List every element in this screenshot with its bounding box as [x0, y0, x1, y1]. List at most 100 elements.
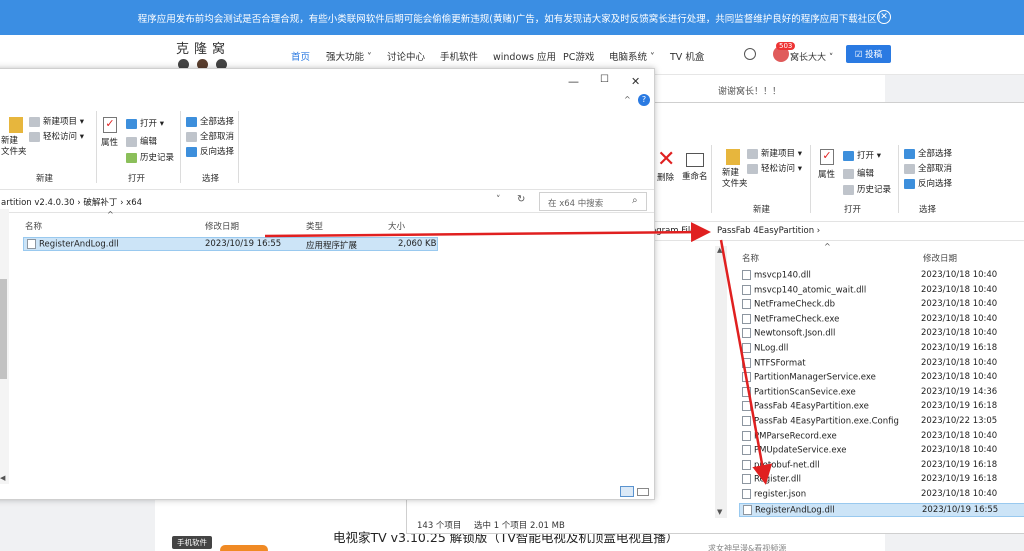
file-row-registerandlog[interactable]: RegisterAndLog.dll 2023/10/19 16:55 应用程序…	[23, 237, 438, 251]
address-bar[interactable]: artition v2.4.0.30 › 破解补丁 › x64 ˅ ↻ 在 x6…	[0, 189, 654, 213]
minimize-button[interactable]: —	[568, 75, 579, 88]
edit-button[interactable]: 编辑	[126, 135, 157, 147]
select-all-icon	[186, 116, 197, 127]
close-button[interactable]: ✕	[631, 75, 640, 88]
nav-home[interactable]: 首页	[291, 49, 310, 63]
file-icon	[742, 357, 751, 368]
file-row[interactable]: PMParseRecord.exe 2023/10/18 10:40	[739, 430, 1024, 444]
file-icon	[742, 430, 751, 441]
file-row[interactable]: Register.dll 2023/10/19 16:18	[739, 473, 1024, 487]
column-type[interactable]: 类型	[306, 220, 323, 232]
ribbon-group-new: 新建	[753, 205, 771, 215]
help-icon[interactable]: ?	[638, 94, 650, 106]
file-row[interactable]: register.json 2023/10/18 10:40	[739, 488, 1024, 502]
sidebar-link[interactable]: 求女神早漫&看视频源	[708, 543, 786, 551]
user-menu[interactable]: 窝长大大 ˅	[790, 50, 833, 63]
search-input[interactable]: 在 x64 中搜索	[548, 197, 603, 209]
file-row[interactable]: NetFrameCheck.exe 2023/10/18 10:40	[739, 313, 1024, 327]
nav-pc-games[interactable]: PC游戏	[563, 49, 594, 63]
nav-systems[interactable]: 电脑系统 ˅	[609, 49, 655, 63]
breadcrumb[interactable]: artition v2.4.0.30 › 破解补丁 › x64	[1, 196, 142, 208]
file-date: 2023/10/18 10:40	[921, 313, 998, 324]
file-row[interactable]: PMUpdateService.exe 2023/10/18 10:40	[739, 444, 1024, 458]
category-tag[interactable]: 手机软件	[172, 536, 212, 549]
ribbon-collapse-icon[interactable]: ^	[624, 95, 631, 104]
large-icon-view-button[interactable]	[637, 488, 649, 496]
column-name[interactable]: 名称	[25, 220, 42, 232]
open-button[interactable]: 打开 ▾	[843, 149, 881, 161]
banner-close-button[interactable]: ✕	[877, 10, 891, 24]
select-none-button[interactable]: 全部取消	[904, 162, 952, 174]
easy-access-button[interactable]: 轻松访问 ▾	[747, 162, 802, 174]
folder-icon	[9, 117, 23, 133]
history-label: 历史记录	[140, 153, 175, 163]
search-box[interactable]: 在 x64 中搜索 ⌕	[539, 192, 647, 211]
file-type: 应用程序扩展	[306, 241, 358, 251]
refresh-icon[interactable]: ↻	[517, 194, 525, 205]
new-item-label: 新建项目 ▾	[43, 117, 84, 127]
nav-pane-scroll-thumb[interactable]	[0, 279, 7, 379]
breadcrumb[interactable]: PassFab 4EasyPartition ›	[717, 226, 820, 236]
search-icon[interactable]: ⌕	[632, 195, 638, 206]
nav-features[interactable]: 强大功能 ˅	[326, 49, 372, 63]
select-none-button[interactable]: 全部取消	[186, 130, 234, 142]
nav-windows[interactable]: windows 应用	[493, 49, 556, 63]
address-dropdown-icon[interactable]: ˅	[496, 195, 501, 205]
properties-button[interactable]: ✓ 属性	[101, 117, 118, 148]
file-row[interactable]: PassFab 4EasyPartition.exe.Config 2023/10…	[739, 415, 1024, 429]
new-item-button[interactable]: 新建项目 ▾	[29, 115, 84, 127]
file-row[interactable]: Newtonsoft.Json.dll 2023/10/18 10:40	[739, 327, 1024, 341]
file-date: 2023/10/18 10:40	[921, 328, 998, 339]
site-logo[interactable]: 克隆窝	[176, 38, 236, 72]
column-size[interactable]: 大小	[388, 220, 405, 232]
file-row[interactable]: NTFSFormat 2023/10/18 10:40	[739, 357, 1024, 371]
file-icon	[742, 459, 751, 470]
select-all-button[interactable]: 全部选择	[904, 147, 952, 159]
invert-select-button[interactable]: 反向选择	[904, 177, 952, 189]
invert-select-button[interactable]: 反向选择	[186, 145, 234, 157]
scroll-up-icon[interactable]: ▲	[717, 246, 722, 254]
search-icon[interactable]	[744, 48, 756, 60]
file-row[interactable]: NLog.dll 2023/10/19 16:18	[739, 342, 1024, 356]
history-button[interactable]: 历史记录	[843, 183, 891, 195]
history-button[interactable]: 历史记录	[126, 151, 174, 163]
file-row[interactable]: msvcp140.dll 2023/10/18 10:40	[739, 269, 1024, 283]
breadcrumb-program-files[interactable]: ogram Files	[651, 226, 700, 236]
nav-mobile[interactable]: 手机软件	[440, 49, 478, 63]
file-row[interactable]: NetFrameCheck.db 2023/10/18 10:40	[739, 298, 1024, 312]
edit-button[interactable]: 编辑	[843, 167, 874, 179]
column-date[interactable]: 修改日期	[923, 252, 957, 264]
sort-arrow-icon: ^	[107, 210, 114, 219]
new-folder-label: 新建 文件夹	[722, 168, 748, 189]
delete-button[interactable]: ✕ 删除	[657, 147, 676, 184]
rename-button[interactable]: 重命名	[682, 149, 708, 182]
file-name: PassFab 4EasyPartition.exe.Config	[742, 416, 899, 427]
new-folder-button[interactable]: 新建 文件夹	[1, 117, 27, 158]
new-item-button[interactable]: 新建项目 ▾	[747, 147, 802, 159]
new-folder-button[interactable]: 新建 文件夹	[722, 149, 748, 190]
file-row[interactable]: msvcp140_atomic_wait.dll 2023/10/18 10:40	[739, 284, 1024, 298]
file-row[interactable]: RegisterAndLog.dll 2023/10/19 16:55	[739, 502, 1024, 517]
column-date[interactable]: 修改日期	[205, 220, 239, 232]
easy-access-button[interactable]: 轻松访问 ▾	[29, 130, 84, 142]
easy-access-label: 轻松访问 ▾	[43, 132, 84, 142]
select-all-button[interactable]: 全部选择	[186, 115, 234, 127]
delete-icon: ✕	[657, 147, 676, 172]
nav-tv[interactable]: TV 机盒	[670, 49, 704, 63]
scroll-down-icon[interactable]: ▼	[717, 508, 722, 516]
nav-pane-scrollbar[interactable]: ◀	[0, 209, 9, 484]
scroll-left-icon[interactable]: ◀	[0, 474, 5, 482]
file-row[interactable]: PartitionScanSevice.exe 2023/10/19 14:36	[739, 386, 1024, 400]
properties-button[interactable]: ✓ 属性	[818, 149, 835, 180]
file-row[interactable]: PartitionManagerService.exe 2023/10/18 10…	[739, 371, 1024, 385]
file-row[interactable]: protobuf-net.dll 2023/10/19 16:18	[739, 459, 1024, 473]
maximize-button[interactable]: ☐	[600, 74, 609, 85]
post-button[interactable]: ☑ 投稿	[846, 45, 891, 63]
open-button[interactable]: 打开 ▾	[126, 117, 164, 129]
file-list-scrollbar[interactable]: ▲ ▼	[715, 246, 727, 518]
file-row[interactable]: PassFab 4EasyPartition.exe 2023/10/19 16:…	[739, 400, 1024, 414]
folder-icon	[726, 149, 740, 165]
column-name[interactable]: 名称	[742, 252, 759, 264]
nav-discussion[interactable]: 讨论中心	[387, 49, 425, 63]
details-view-button[interactable]	[620, 486, 634, 497]
